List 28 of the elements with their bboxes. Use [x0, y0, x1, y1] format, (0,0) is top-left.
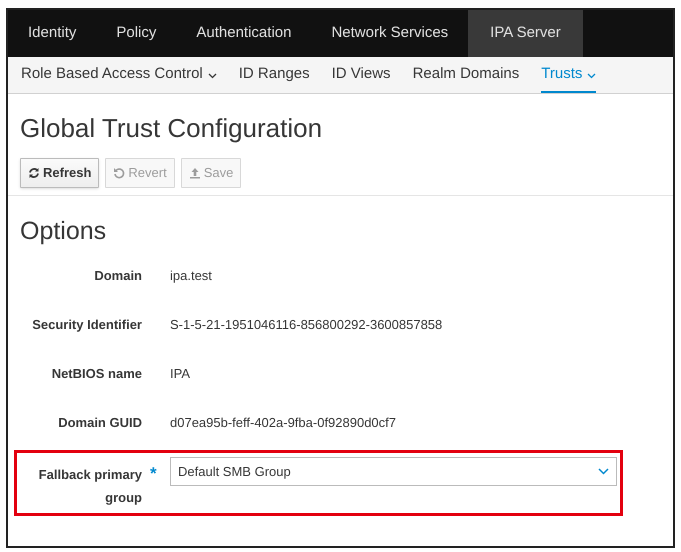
field-label: NetBIOS name: [50, 365, 142, 383]
subnav-tab[interactable]: ID Views: [332, 57, 391, 93]
toolbar-button[interactable]: Refresh: [20, 158, 100, 188]
page-title: Global Trust Configuration: [20, 112, 324, 144]
field-label: Domain GUID: [57, 414, 142, 432]
subnav-tab[interactable]: Realm Domains: [412, 57, 520, 93]
nav-tab[interactable]: IPA Server: [468, 10, 583, 57]
field-value: ipa.test: [170, 267, 212, 285]
nav-tab[interactable]: Authentication: [176, 10, 312, 57]
group-select[interactable]: Default SMB Group: [170, 457, 617, 486]
nav-tab[interactable]: Policy: [96, 10, 176, 57]
nav-tab[interactable]: Network Services: [311, 10, 468, 57]
undo-icon: [113, 167, 126, 179]
field-value: S-1-5-21-1951046116-856800292-3600857858: [170, 316, 442, 334]
field-label: Fallback primary group: [38, 466, 142, 507]
subnav-tab[interactable]: Role Based Access Control: [21, 57, 217, 93]
required-mark: *: [150, 464, 157, 483]
field-value: d07ea95b-feff-402a-9fba-0f92890d0cf7: [170, 414, 396, 432]
section-title: Options: [20, 216, 108, 246]
subnav-tab[interactable]: Trusts: [541, 57, 596, 93]
subnav-tab[interactable]: ID Ranges: [238, 57, 310, 93]
refresh-icon: [28, 167, 40, 179]
field-label: Domain: [93, 267, 142, 285]
chevron-down-icon: [598, 468, 609, 475]
nav-tab[interactable]: Identity: [8, 10, 96, 57]
upload-icon: [188, 167, 201, 179]
field-value: IPA: [170, 365, 190, 383]
field-label: Security Identifier: [31, 316, 142, 334]
